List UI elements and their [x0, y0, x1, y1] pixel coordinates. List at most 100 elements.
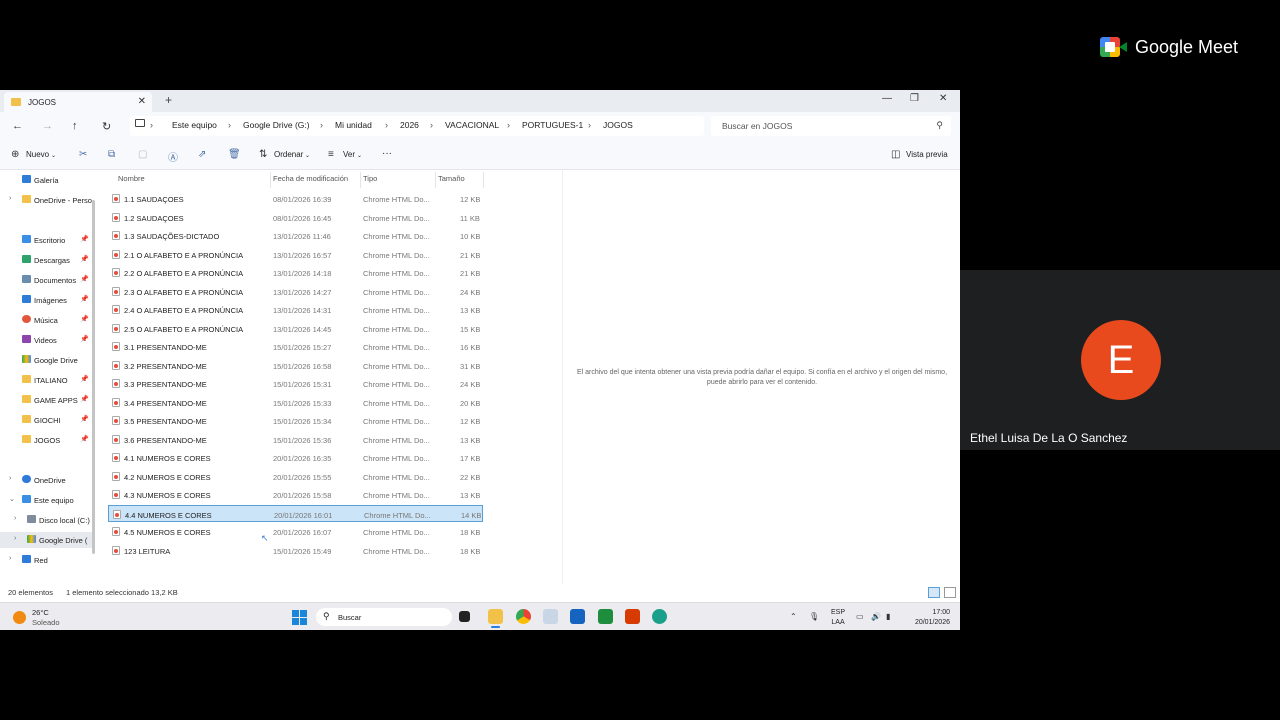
chevron-right-icon[interactable]: › [9, 475, 11, 482]
forward-button[interactable]: → [42, 120, 53, 132]
table-row[interactable]: 3.3 PRESENTANDO-ME 15/01/2026 15:31 Chrome… [108, 375, 483, 392]
chrome-icon[interactable] [516, 609, 531, 624]
chevron-right-icon[interactable]: › [14, 515, 16, 522]
tab-jogos[interactable]: JOGOS ✕ [4, 92, 152, 112]
table-row[interactable]: 123 LEITURA 15/01/2026 15:49 Chrome HTML D… [108, 542, 483, 559]
participant-tile[interactable]: E Ethel Luisa De La O Sanchez [960, 270, 1280, 450]
sidebar-item-onedrive-personal[interactable]: › OneDrive - Perso [0, 192, 92, 208]
windows-start-icon[interactable] [292, 610, 307, 625]
file-explorer-icon[interactable] [488, 609, 503, 628]
table-row[interactable]: 1.3 SAUDAÇÕES-DICTADO 13/01/2026 11:46 Chr… [108, 227, 483, 244]
sidebar-item-descargas[interactable]: Descargas 📌 [0, 252, 92, 268]
minimize-button[interactable]: — [882, 93, 892, 104]
sidebar-item-google-drive-g[interactable]: › Google Drive ( [0, 532, 92, 548]
sidebar-item-jogos[interactable]: JOGOS 📌 [0, 432, 92, 448]
sort-button[interactable]: Ordenar [274, 150, 303, 159]
sidebar-item-disco-local[interactable]: › Disco local (C:) [0, 512, 92, 528]
taskbar-search[interactable]: ⚲ Buscar [316, 608, 452, 626]
table-row[interactable]: 1.1 SAUDAÇOES 08/01/2026 16:39 Chrome HTML… [108, 190, 483, 207]
refresh-button[interactable]: ↻ [102, 120, 111, 133]
sidebar-item-game-apps[interactable]: GAME APPS 📌 [0, 392, 92, 408]
column-header-size[interactable]: Tamaño [438, 174, 465, 183]
sidebar-item-este-equipo[interactable]: ⌄ Este equipo [0, 492, 92, 508]
sidebar-item-giochi[interactable]: GIOCHI 📌 [0, 412, 92, 428]
table-row[interactable]: 3.6 PRESENTANDO-ME 15/01/2026 15:36 Chrome… [108, 431, 483, 448]
delete-icon[interactable]: 🗑 [228, 149, 241, 160]
chevron-right-icon[interactable]: › [430, 120, 433, 130]
chevron-right-icon[interactable]: › [14, 535, 16, 542]
weather-temperature[interactable]: 26°C [32, 608, 49, 617]
sheets-icon[interactable] [598, 609, 613, 624]
table-row[interactable]: 3.2 PRESENTANDO-ME 15/01/2026 16:58 Chrome… [108, 357, 483, 374]
table-row[interactable]: 4.2 NUMEROS E CORES 20/01/2026 15:55 Chrom… [108, 468, 483, 485]
sidebar-item-videos[interactable]: Videos 📌 [0, 332, 92, 348]
snipping-tool-icon[interactable] [543, 609, 558, 624]
chevron-right-icon[interactable]: › [320, 120, 323, 130]
sidebar-item-galeria[interactable]: Galería [0, 172, 92, 188]
sidebar-item-musica[interactable]: Música 📌 [0, 312, 92, 328]
outlook-icon[interactable] [570, 609, 585, 624]
maximize-button[interactable]: ❐ [910, 93, 919, 104]
sidebar-item-documentos[interactable]: Documentos 📌 [0, 272, 92, 288]
table-row[interactable]: 2.2 O ALFABETO E A PRONÚNCIA 13/01/2026 1… [108, 264, 483, 281]
preview-pane-button[interactable]: Vista previa [906, 150, 948, 159]
column-divider[interactable] [435, 172, 436, 188]
volume-icon[interactable]: 🔊 [871, 612, 881, 621]
sidebar-item-italiano[interactable]: ITALIANO 📌 [0, 372, 92, 388]
sidebar-scrollbar[interactable] [92, 170, 96, 584]
rename-icon[interactable]: Ⓐ [168, 149, 178, 164]
sidebar-item-google-drive[interactable]: Google Drive [0, 352, 92, 368]
details-view-button[interactable] [928, 587, 940, 598]
battery-icon[interactable]: ▮ [886, 612, 890, 621]
sidebar-item-imagenes[interactable]: Imágenes 📌 [0, 292, 92, 308]
breadcrumb-portugues-1[interactable]: PORTUGUES-1 [522, 120, 583, 130]
chevron-right-icon[interactable]: › [9, 195, 11, 202]
chevron-right-icon[interactable]: › [150, 120, 153, 130]
breadcrumb-este-equipo[interactable]: Este equipo [172, 120, 217, 130]
view-button[interactable]: Ver [343, 150, 355, 159]
language-indicator[interactable]: ESP LAA [831, 608, 845, 628]
clock[interactable]: 17:00 20/01/2026 [906, 608, 950, 628]
breadcrumb-vacacional[interactable]: VACACIONAL [445, 120, 499, 130]
chevron-right-icon[interactable]: › [385, 120, 388, 130]
tiles-view-button[interactable] [944, 587, 956, 598]
office-icon[interactable] [625, 609, 640, 624]
table-row[interactable]: 4.4 NUMEROS E CORES 20/01/2026 16:01 Chrom… [108, 504, 483, 522]
chevron-right-icon[interactable]: › [228, 120, 231, 130]
breadcrumb-2026[interactable]: 2026 [400, 120, 419, 130]
task-view-icon[interactable] [459, 611, 470, 622]
microphone-icon[interactable]: 🎙 [809, 612, 819, 621]
sun-icon[interactable] [13, 611, 26, 624]
table-row[interactable]: 4.1 NUMEROS E CORES 20/01/2026 16:35 Chrom… [108, 449, 483, 466]
table-row[interactable]: 4.5 NUMEROS E CORES 20/01/2026 16:07 Chrom… [108, 523, 483, 540]
column-header-type[interactable]: Tipo [363, 174, 377, 183]
breadcrumb-mi-unidad[interactable]: Mi unidad [335, 120, 372, 130]
column-divider[interactable] [270, 172, 271, 188]
table-row[interactable]: 3.1 PRESENTANDO-ME 15/01/2026 15:27 Chrome… [108, 338, 483, 355]
chevron-right-icon[interactable]: › [588, 120, 591, 130]
new-button[interactable]: Nuevo [26, 150, 49, 159]
sidebar-item-red[interactable]: › Red [0, 552, 92, 568]
chevron-right-icon[interactable]: › [9, 555, 11, 562]
cut-icon[interactable]: ✂ [79, 149, 87, 160]
more-options-button[interactable]: ··· [382, 148, 392, 159]
breadcrumb-jogos[interactable]: JOGOS [603, 120, 633, 130]
up-button[interactable]: ↑ [72, 120, 78, 132]
sidebar-item-onedrive[interactable]: › OneDrive [0, 472, 92, 488]
column-divider[interactable] [483, 172, 484, 188]
table-row[interactable]: 1.2 SAUDAÇOES 08/01/2026 16:45 Chrome HTML… [108, 209, 483, 226]
share-icon[interactable]: ⇗ [198, 149, 206, 160]
search-input[interactable]: Buscar en JOGOS ⚲ [711, 116, 951, 136]
chevron-right-icon[interactable]: › [507, 120, 510, 130]
table-row[interactable]: 2.3 O ALFABETO E A PRONÚNCIA 13/01/2026 1… [108, 283, 483, 300]
column-divider[interactable] [360, 172, 361, 188]
display-icon[interactable]: ▭ [856, 612, 864, 621]
breadcrumb-google-drive[interactable]: Google Drive (G:) [243, 120, 310, 130]
scrollbar-thumb[interactable] [92, 200, 95, 554]
table-row[interactable]: 3.5 PRESENTANDO-ME 15/01/2026 15:34 Chrome… [108, 412, 483, 429]
weather-description[interactable]: Soleado [32, 618, 60, 627]
table-row[interactable]: 3.4 PRESENTANDO-ME 15/01/2026 15:33 Chrome… [108, 394, 483, 411]
chevron-down-icon[interactable]: ⌄ [9, 495, 15, 503]
close-window-button[interactable]: ✕ [939, 93, 947, 104]
close-tab-icon[interactable]: ✕ [138, 96, 146, 107]
